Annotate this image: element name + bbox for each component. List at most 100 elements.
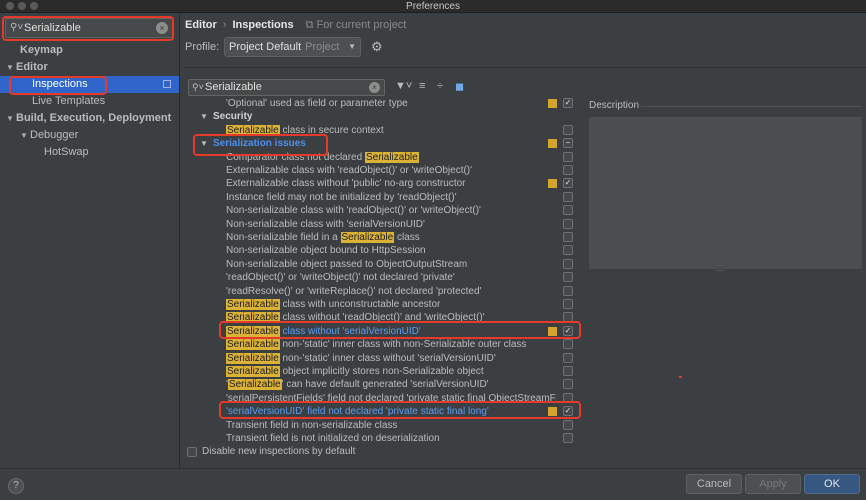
- inspection-enabled-checkbox[interactable]: ✓: [563, 98, 573, 108]
- inspection-enabled-checkbox[interactable]: [563, 151, 573, 162]
- inspection-enabled-checkbox[interactable]: [563, 299, 573, 309]
- clear-search-icon[interactable]: ×: [156, 22, 168, 34]
- inspection-row[interactable]: 'serialVersionUID' field not declared 'p…: [186, 405, 579, 418]
- inspections-search-value[interactable]: Serializable: [205, 81, 262, 93]
- inspection-row[interactable]: 'Optional' used as field or parameter ty…: [186, 97, 579, 110]
- expand-triangle-icon[interactable]: ▼: [200, 110, 208, 123]
- inspection-row[interactable]: Non-serializable class with 'readObject(…: [186, 204, 579, 217]
- expand-triangle-icon[interactable]: ▼: [200, 137, 208, 150]
- inspection-enabled-checkbox[interactable]: ✓: [563, 325, 573, 336]
- description-label: Description: [589, 100, 640, 111]
- inspection-category[interactable]: ▼ Serialization issues −: [186, 137, 579, 150]
- inspection-enabled-checkbox[interactable]: [563, 366, 573, 376]
- severity-warning-icon: [548, 407, 557, 417]
- collapse-all-icon[interactable]: ÷: [437, 80, 443, 92]
- gear-icon[interactable]: ⚙: [371, 39, 383, 55]
- inspection-row[interactable]: Non-serializable object bound to HttpSes…: [186, 244, 579, 257]
- inspection-enabled-checkbox[interactable]: [563, 339, 573, 350]
- inspection-row[interactable]: Externalizable class without 'public' no…: [186, 177, 579, 190]
- splitter-handle[interactable]: ⋯: [716, 266, 724, 275]
- inspection-label-prefix: Non-serializable class with 'serialVersi…: [226, 218, 425, 230]
- sidebar-item-live-templates[interactable]: Live Templates: [0, 93, 179, 110]
- expand-triangle-icon[interactable]: ▼: [6, 110, 16, 127]
- apply-button[interactable]: Apply: [745, 474, 801, 494]
- sidebar-item-build-execution-deployment[interactable]: ▼ Build, Execution, Deployment: [0, 110, 179, 127]
- inspection-label-prefix: Non-serializable object bound to HttpSes…: [226, 245, 426, 257]
- inspection-label-suffix: class in secure context: [279, 124, 384, 136]
- inspection-enabled-checkbox[interactable]: [563, 218, 573, 229]
- help-button[interactable]: ?: [8, 478, 24, 494]
- inspection-enabled-checkbox[interactable]: [563, 312, 573, 323]
- inspection-enabled-checkbox[interactable]: [563, 352, 573, 363]
- inspection-label-suffix: class: [394, 232, 420, 243]
- expand-all-icon[interactable]: ≡: [419, 80, 425, 92]
- search-match-highlight: Serializable: [226, 124, 280, 136]
- sidebar-item-inspections[interactable]: Inspections: [0, 76, 179, 93]
- inspection-row[interactable]: 'readResolve()' or 'writeReplace()' not …: [186, 285, 579, 298]
- inspection-row[interactable]: Serializable class with unconstructable …: [186, 298, 579, 311]
- inspection-enabled-checkbox[interactable]: ✓: [563, 178, 573, 189]
- inspection-row[interactable]: 'readObject()' or 'writeObject()' not de…: [186, 271, 579, 284]
- settings-search-field[interactable]: ⚲˅ Serializable ×: [5, 18, 173, 38]
- inspection-category[interactable]: ▼ Security: [186, 110, 579, 123]
- inspection-row[interactable]: 'serialPersistentFields' field not decla…: [186, 392, 579, 405]
- clear-search-icon[interactable]: ×: [369, 82, 380, 93]
- inspection-row[interactable]: Serializable non-'static' inner class wi…: [186, 352, 579, 365]
- reset-to-default-icon[interactable]: ◼: [455, 80, 464, 93]
- expand-triangle-icon[interactable]: ▼: [20, 127, 30, 144]
- inspection-enabled-checkbox[interactable]: [563, 272, 573, 283]
- inspection-row[interactable]: Instance field may not be initialized by…: [186, 191, 579, 204]
- inspection-row[interactable]: Non-serializable class with 'serialVersi…: [186, 218, 579, 231]
- inspection-label-prefix: 'serialPersistentFields' field not decla…: [226, 392, 556, 404]
- inspection-enabled-checkbox[interactable]: [563, 258, 573, 269]
- inspection-enabled-checkbox[interactable]: [563, 205, 573, 216]
- inspection-enabled-checkbox[interactable]: [563, 433, 573, 443]
- expand-triangle-icon[interactable]: ▼: [6, 59, 16, 76]
- disable-new-inspections-checkbox[interactable]: [187, 447, 197, 457]
- inspection-row[interactable]: 'Serializable' can have default generate…: [186, 378, 579, 391]
- inspection-row[interactable]: Comparator class not declared Serializab…: [186, 151, 579, 164]
- inspection-row[interactable]: Non-serializable field in a Serializable…: [186, 231, 579, 244]
- inspection-row[interactable]: Transient field in non-serializable clas…: [186, 419, 579, 432]
- inspection-enabled-checkbox[interactable]: [563, 165, 573, 175]
- sidebar-item-hotswap[interactable]: HotSwap: [0, 144, 179, 161]
- settings-search-value[interactable]: Serializable: [24, 22, 81, 34]
- inspection-enabled-checkbox[interactable]: [563, 124, 573, 135]
- inspection-enabled-checkbox[interactable]: −: [563, 138, 573, 149]
- breadcrumb-editor[interactable]: Editor: [185, 19, 217, 31]
- inspection-enabled-checkbox[interactable]: ✓: [563, 406, 573, 417]
- severity-warning-icon: [548, 179, 557, 189]
- cancel-button[interactable]: Cancel: [686, 474, 742, 494]
- inspection-enabled-checkbox[interactable]: [563, 392, 573, 403]
- inspection-label: Non-serializable field in a Serializable…: [226, 231, 420, 244]
- inspection-row[interactable]: Serializable class without 'serialVersio…: [186, 325, 579, 338]
- inspection-row[interactable]: Transient field is not initialized on de…: [186, 432, 579, 445]
- sidebar-item-editor[interactable]: ▼ Editor: [0, 59, 179, 76]
- search-icon: ⚲˅: [192, 82, 204, 92]
- ok-button[interactable]: OK: [804, 474, 860, 494]
- search-match-highlight: Serializable: [226, 312, 280, 324]
- inspection-enabled-checkbox[interactable]: [563, 245, 573, 256]
- filter-icon[interactable]: ▼˅: [395, 80, 412, 92]
- inspection-enabled-checkbox[interactable]: [563, 379, 573, 390]
- inspection-label-suffix: non-'static' inner class without 'serial…: [279, 352, 496, 364]
- sidebar-item-debugger[interactable]: ▼ Debugger: [0, 127, 179, 144]
- breadcrumb-note: For current project: [316, 19, 407, 31]
- disable-new-inspections-label: Disable new inspections by default: [202, 446, 356, 457]
- inspection-row[interactable]: Serializable class in secure context: [186, 124, 579, 137]
- inspection-enabled-checkbox[interactable]: [563, 285, 573, 296]
- profile-select[interactable]: Project Default Project ▼: [224, 37, 361, 57]
- dialog-button-bar: ? Cancel Apply OK: [0, 468, 866, 500]
- sidebar-item-keymap[interactable]: Keymap: [0, 42, 179, 59]
- inspection-row[interactable]: Serializable non-'static' inner class wi…: [186, 338, 579, 351]
- inspection-row[interactable]: Externalizable class with 'readObject()'…: [186, 164, 579, 177]
- inspection-enabled-checkbox[interactable]: [563, 191, 573, 202]
- severity-warning-icon: [548, 326, 557, 336]
- inspection-row[interactable]: Non-serializable object passed to Object…: [186, 258, 579, 271]
- inspection-row[interactable]: Serializable object implicitly stores no…: [186, 365, 579, 378]
- inspection-enabled-checkbox[interactable]: [563, 419, 573, 430]
- inspections-search-field[interactable]: ⚲˅ Serializable ×: [188, 79, 385, 96]
- search-match-highlight: Serializable: [226, 366, 280, 377]
- inspection-row[interactable]: Serializable class without 'readObject()…: [186, 311, 579, 324]
- inspection-enabled-checkbox[interactable]: [563, 232, 573, 242]
